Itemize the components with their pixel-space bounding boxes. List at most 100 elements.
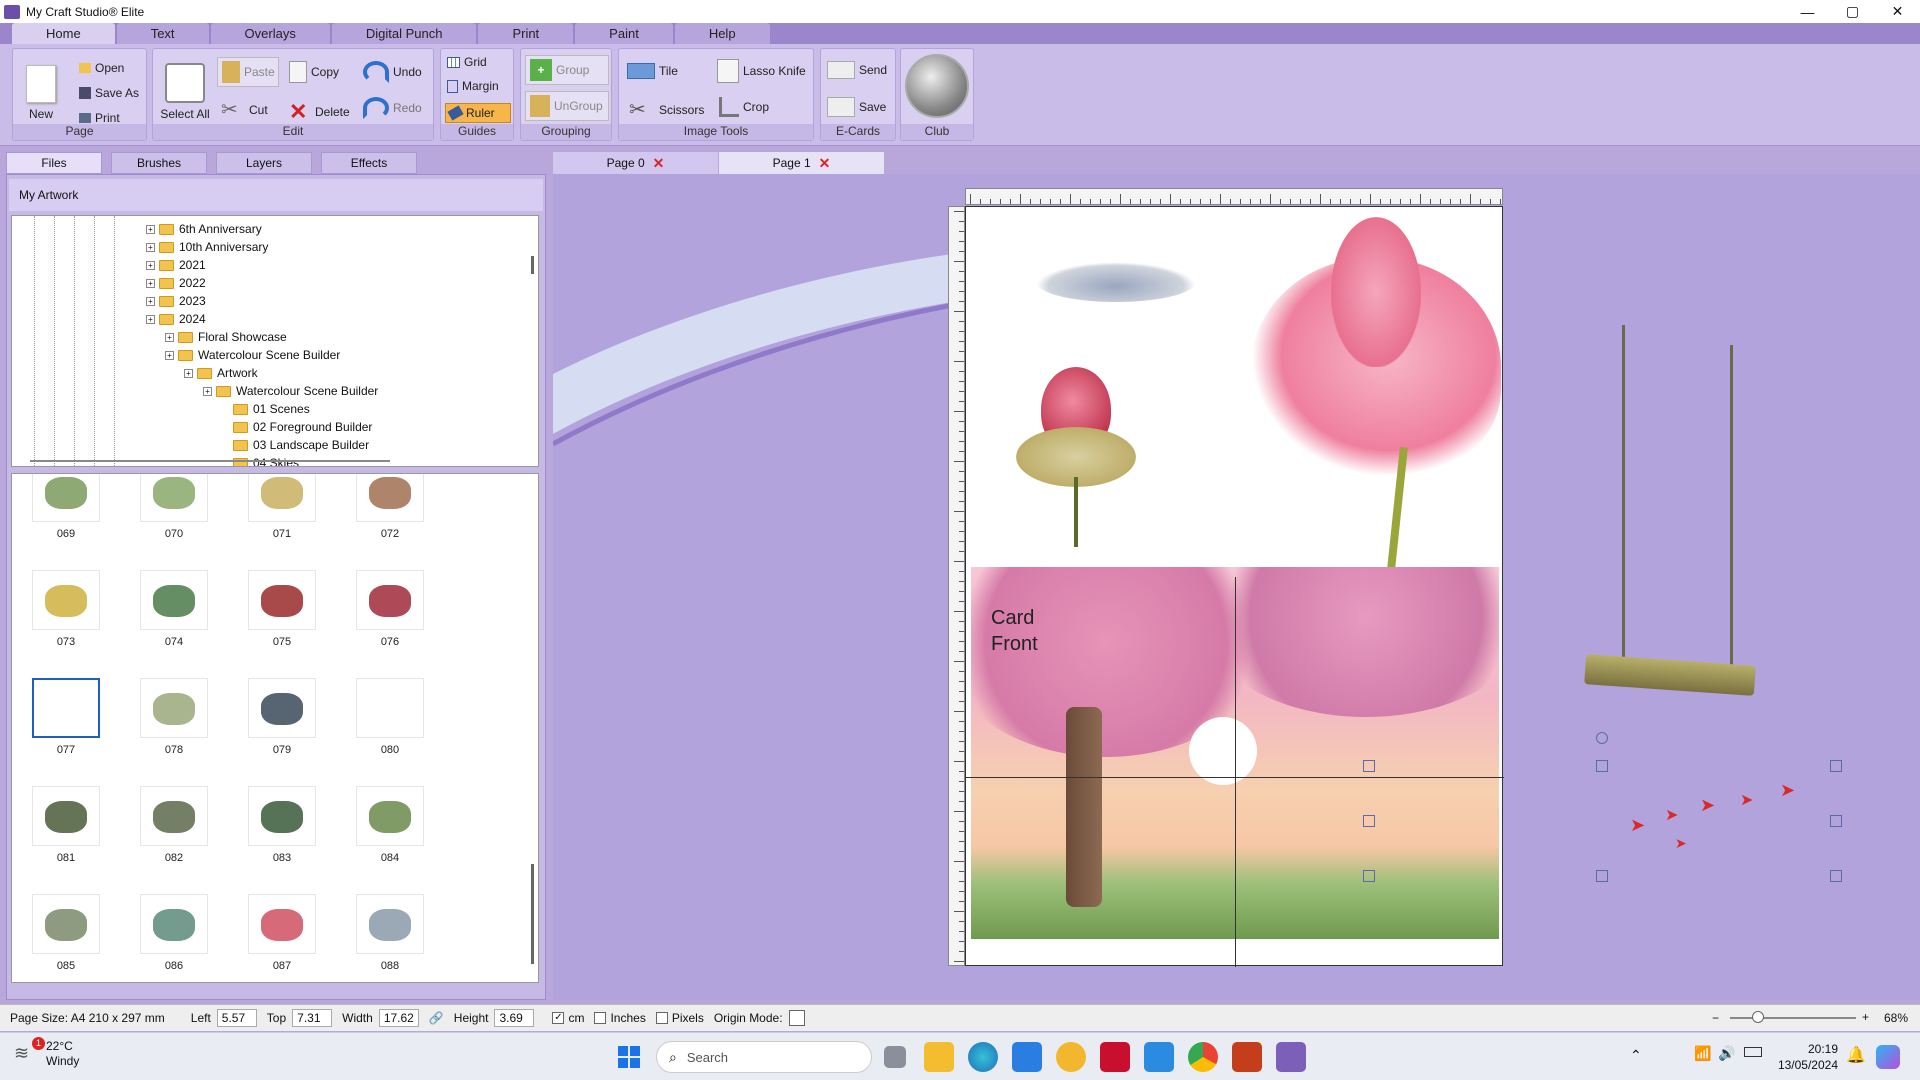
artwork-thumbnail[interactable] <box>140 474 208 522</box>
tab-overlays[interactable]: Overlays <box>210 23 330 44</box>
tray-chevron-icon[interactable]: ⌃ <box>1630 1047 1642 1064</box>
artwork-thumbnail[interactable] <box>140 678 208 738</box>
app-icon-blue[interactable] <box>1144 1042 1174 1072</box>
paste-button[interactable]: Paste <box>217 57 279 87</box>
tree-item[interactable]: 02 Foreground Builder <box>233 418 372 436</box>
artwork-thumbnail[interactable] <box>356 894 424 954</box>
tab-text[interactable]: Text <box>116 23 209 44</box>
rose-bud-artwork[interactable] <box>1016 367 1136 547</box>
tree-item[interactable]: +6th Anniversary <box>146 220 262 238</box>
tree-item[interactable]: +2022 <box>146 274 206 292</box>
ruler-button[interactable]: Ruler <box>445 103 511 123</box>
expand-icon[interactable]: + <box>184 368 193 378</box>
tree-item[interactable]: 01 Scenes <box>233 400 310 418</box>
artwork-thumbnail[interactable] <box>32 678 100 738</box>
ungroup-button[interactable]: UnGroup <box>525 91 609 121</box>
tree-item[interactable]: + Watercolour Scene Builder <box>203 382 378 400</box>
expand-icon[interactable]: + <box>203 386 212 396</box>
expand-icon[interactable]: + <box>146 278 155 288</box>
powerpoint-icon[interactable] <box>1232 1042 1262 1072</box>
undo-button[interactable]: Undo <box>363 61 422 83</box>
copilot-icon[interactable] <box>1876 1045 1900 1069</box>
close-page-0-icon[interactable]: ✕ <box>653 155 665 172</box>
resize-handle-tr[interactable] <box>1830 760 1842 772</box>
tree-item[interactable]: 03 Landscape Builder <box>233 436 369 454</box>
artwork-thumbnail[interactable] <box>140 786 208 846</box>
tree-vertical-scrollbar[interactable] <box>531 256 534 274</box>
tree-item[interactable]: + Watercolour Scene Builder <box>165 346 340 364</box>
tab-print[interactable]: Print <box>478 23 574 44</box>
artwork-thumbnail[interactable] <box>32 474 100 522</box>
weather-widget[interactable]: ≋ 1 22°C Windy <box>14 1037 79 1069</box>
maximize-button[interactable]: ▢ <box>1830 0 1875 23</box>
close-button[interactable]: ✕ <box>1875 0 1920 23</box>
store-icon[interactable] <box>1012 1042 1042 1072</box>
inches-checkbox[interactable] <box>594 1012 607 1024</box>
tree-item[interactable]: +2024 <box>146 310 206 328</box>
resize-handle-t2[interactable] <box>1363 760 1375 772</box>
save-ecard-button[interactable]: Save <box>827 97 886 117</box>
cloud-artwork[interactable] <box>1036 262 1196 302</box>
expand-icon[interactable]: + <box>146 296 155 306</box>
volume-icon[interactable]: 🔊 <box>1718 1045 1735 1062</box>
zoom-slider-thumb[interactable] <box>1752 1011 1764 1023</box>
artwork-thumbnail[interactable] <box>32 894 100 954</box>
page-tab-0[interactable]: Page 0 ✕ <box>553 152 718 174</box>
save-as-button[interactable]: Save As <box>79 86 139 100</box>
zoom-out-icon[interactable]: − <box>1712 1011 1719 1025</box>
zoom-slider[interactable] <box>1730 1017 1856 1019</box>
taskbar-search[interactable]: ⌕ Search <box>656 1041 872 1073</box>
help-icon[interactable] <box>1056 1042 1086 1072</box>
redo-button[interactable]: Redo <box>363 97 422 119</box>
swing-artwork[interactable] <box>1580 325 1760 725</box>
artwork-thumbnail[interactable] <box>356 678 424 738</box>
resize-handle-m2[interactable] <box>1363 815 1375 827</box>
tab-brushes[interactable]: Brushes <box>111 152 207 174</box>
thumbs-scrollbar[interactable] <box>531 864 534 964</box>
group-button[interactable]: + Group <box>525 55 609 85</box>
file-explorer-icon[interactable] <box>924 1042 954 1072</box>
lasso-knife-button[interactable]: Lasso Knife <box>717 59 806 83</box>
tree-horizontal-scrollbar[interactable] <box>30 460 390 462</box>
tab-home[interactable]: Home <box>12 23 115 44</box>
tab-help[interactable]: Help <box>674 23 770 44</box>
expand-icon[interactable]: + <box>146 242 155 252</box>
rotate-handle[interactable] <box>1596 732 1608 744</box>
top-field[interactable]: 7.31 <box>292 1009 333 1027</box>
clock-time[interactable]: 20:19 <box>1774 1041 1838 1057</box>
margin-button[interactable]: Margin <box>447 79 499 93</box>
canvas-page[interactable]: Card Front <box>965 206 1504 967</box>
artwork-thumbnail[interactable] <box>248 786 316 846</box>
tree-item[interactable]: + Artwork <box>184 364 258 382</box>
notifications-icon[interactable]: 🔔 <box>1846 1045 1866 1065</box>
artwork-thumbnail[interactable] <box>248 570 316 630</box>
resize-handle-bl[interactable] <box>1596 870 1608 882</box>
tab-effects[interactable]: Effects <box>321 152 417 174</box>
artwork-thumbnail[interactable] <box>356 570 424 630</box>
network-icon[interactable]: 📶 <box>1694 1045 1711 1062</box>
tab-files[interactable]: Files <box>6 152 102 174</box>
cm-checkbox[interactable]: ✓ <box>552 1012 565 1024</box>
copy-button[interactable]: Copy <box>289 61 339 83</box>
aspect-lock-icon[interactable]: 🔗 <box>429 1011 444 1025</box>
tile-button[interactable]: Tile <box>627 63 678 79</box>
clock-date[interactable]: 13/05/2024 <box>1774 1057 1838 1073</box>
width-field[interactable]: 17.62 <box>378 1009 419 1027</box>
grid-button[interactable]: Grid <box>447 55 487 69</box>
tree-item[interactable]: + Floral Showcase <box>165 328 287 346</box>
artwork-thumbnail[interactable] <box>248 678 316 738</box>
print-button[interactable]: Print <box>79 111 120 125</box>
send-ecard-button[interactable]: Send <box>827 61 887 79</box>
open-button[interactable]: Open <box>79 61 124 75</box>
select-all-button[interactable]: Select All <box>159 57 211 121</box>
artwork-thumbnail[interactable] <box>248 474 316 522</box>
mcafee-icon[interactable] <box>1100 1042 1130 1072</box>
origin-mode-button[interactable] <box>788 1010 805 1026</box>
delete-button[interactable]: ✕ Delete <box>289 99 350 125</box>
resize-handle-b2[interactable] <box>1363 870 1375 882</box>
artwork-thumbnail[interactable] <box>32 786 100 846</box>
height-field[interactable]: 3.69 <box>494 1009 535 1027</box>
expand-icon[interactable]: + <box>165 332 174 342</box>
close-page-1-icon[interactable]: ✕ <box>819 155 831 172</box>
artwork-thumbnail[interactable] <box>248 894 316 954</box>
